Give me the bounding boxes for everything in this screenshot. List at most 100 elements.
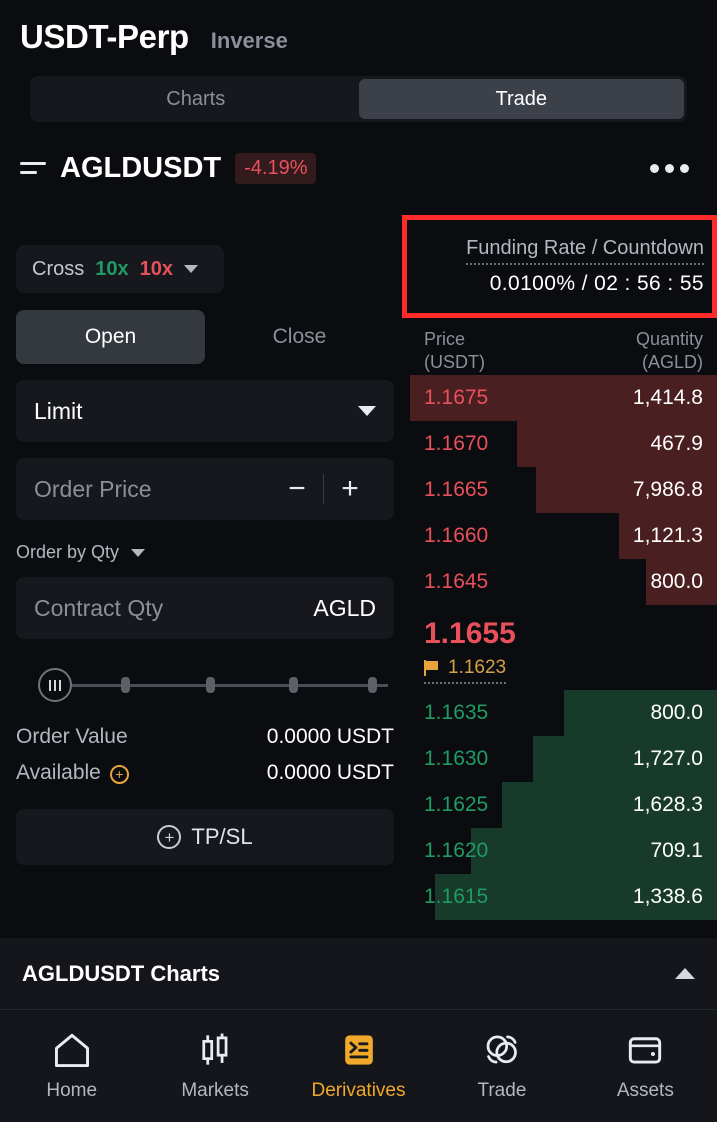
flag-icon [424, 659, 440, 676]
contract-qty-unit: AGLD [313, 594, 376, 621]
mark-price: 1.1623 [448, 656, 507, 678]
order-price-placeholder: Order Price [34, 475, 152, 502]
chevron-up-icon[interactable] [675, 968, 695, 979]
bid-row[interactable]: 1.1630 1,727.0 [410, 735, 717, 782]
order-price: 1.1660 [424, 523, 489, 547]
slider-handle[interactable] [38, 668, 72, 702]
order-price: 1.1635 [424, 700, 489, 724]
funding-rate-box[interactable]: Funding Rate / Countdown 0.0100% / 02 : … [402, 215, 717, 318]
funding-rate-label: Funding Rate / Countdown [466, 237, 704, 265]
bottom-navigation: Home Markets Derivatives Trade Assets [0, 1010, 717, 1122]
trading-screen: USDT-Perp Inverse Charts Trade AGLDUSDT … [0, 0, 717, 1122]
ask-row[interactable]: 1.1670 467.9 [410, 420, 717, 467]
tpsl-button[interactable]: + TP/SL [16, 809, 394, 865]
order-quantity: 1,727.0 [632, 746, 703, 770]
order-price: 1.1645 [424, 569, 489, 593]
order-price: 1.1670 [424, 431, 489, 455]
bid-row[interactable]: 1.1625 1,628.3 [410, 781, 717, 828]
available-label: Available + [16, 761, 129, 785]
list-icon[interactable] [20, 159, 46, 177]
order-quantity: 467.9 [650, 431, 703, 455]
order-quantity: 800.0 [650, 569, 703, 593]
tab-charts[interactable]: Charts [33, 79, 359, 119]
order-quantity: 1,121.3 [632, 523, 703, 547]
mark-price-row[interactable]: 1.1623 [424, 656, 507, 684]
plus-circle-icon[interactable]: + [109, 764, 129, 784]
home-icon [50, 1030, 94, 1070]
tpsl-label: TP/SL [191, 824, 253, 849]
price-decrement-button[interactable]: − [271, 474, 323, 504]
short-leverage-label: 10x [139, 257, 173, 280]
ask-rows: 1.1675 1,414.8 1.1670 467.9 1.1665 7,986.8 1.1… [410, 374, 717, 605]
slider-node-100[interactable] [368, 677, 377, 693]
last-price-block: 1.1655 1.1623 [410, 605, 717, 690]
last-price: 1.1655 [424, 616, 516, 650]
order-price: 1.1675 [424, 385, 489, 409]
order-price: 1.1665 [424, 477, 489, 501]
contract-qty-field[interactable]: Contract Qty AGLD [16, 577, 394, 639]
order-quantity: 7,986.8 [632, 477, 703, 501]
page-header: USDT-Perp Inverse [0, 0, 717, 56]
candlestick-icon [193, 1030, 237, 1070]
order-quantity: 709.1 [650, 838, 703, 862]
close-tab[interactable]: Close [205, 310, 394, 364]
chevron-down-icon [358, 406, 376, 416]
price-column-header: Price (USDT) [424, 329, 485, 373]
ask-row[interactable]: 1.1665 7,986.8 [410, 466, 717, 513]
symbol-row: AGLDUSDT -4.19% [0, 144, 717, 192]
open-tab[interactable]: Open [16, 310, 205, 364]
nav-label: Trade [477, 1080, 527, 1101]
slider-node-50[interactable] [206, 677, 215, 693]
nav-item-markets[interactable]: Markets [143, 1030, 286, 1102]
bid-row[interactable]: 1.1615 1,338.6 [410, 873, 717, 920]
nav-item-home[interactable]: Home [0, 1030, 143, 1102]
order-quantity: 1,628.3 [632, 792, 703, 816]
bid-row[interactable]: 1.1635 800.0 [410, 689, 717, 736]
order-type-select[interactable]: Limit [16, 380, 394, 442]
leverage-selector[interactable]: Cross 10x 10x [16, 245, 224, 293]
ask-row[interactable]: 1.1660 1,121.3 [410, 512, 717, 559]
more-dots-icon[interactable] [642, 156, 697, 181]
qty-percent-slider[interactable] [16, 667, 394, 703]
order-book: Price (USDT) Quantity (AGLD) 1.1675 1,414… [410, 320, 717, 920]
ask-row[interactable]: 1.1645 800.0 [410, 558, 717, 605]
swap-icon [480, 1030, 524, 1070]
nav-item-derivatives[interactable]: Derivatives [287, 1030, 430, 1102]
wallet-icon [623, 1030, 667, 1070]
order-price-field[interactable]: Order Price − + [16, 458, 394, 520]
tab-trade[interactable]: Trade [358, 79, 684, 119]
nav-label: Derivatives [311, 1080, 406, 1101]
order-book-header: Price (USDT) Quantity (AGLD) [410, 320, 717, 375]
order-price: 1.1615 [424, 884, 489, 908]
order-by-label: Order by Qty [16, 542, 120, 562]
nav-item-assets[interactable]: Assets [574, 1030, 717, 1102]
slider-node-75[interactable] [289, 677, 298, 693]
order-quantity: 800.0 [650, 700, 703, 724]
contract-qty-placeholder: Contract Qty [34, 594, 164, 621]
order-type-value: Limit [34, 397, 83, 424]
order-price: 1.1630 [424, 746, 489, 770]
nav-item-trade[interactable]: Trade [430, 1030, 573, 1102]
chevron-down-icon [131, 548, 146, 557]
chevron-down-icon [183, 265, 198, 273]
slider-node-25[interactable] [121, 677, 130, 693]
price-increment-button[interactable]: + [324, 474, 376, 504]
nav-label: Assets [616, 1080, 674, 1101]
order-quantity: 1,338.6 [632, 884, 703, 908]
ask-row[interactable]: 1.1675 1,414.8 [410, 374, 717, 421]
charts-strip[interactable]: AGLDUSDT Charts [0, 938, 717, 1010]
bid-row[interactable]: 1.1620 709.1 [410, 827, 717, 874]
symbol-name[interactable]: AGLDUSDT [60, 152, 221, 185]
price-change-badge: -4.19% [235, 152, 317, 184]
order-value-label: Order Value [16, 725, 128, 748]
order-value-row: Order Value 0.0000 USDT [16, 725, 394, 749]
funding-rate-value: 0.0100% / 02 : 56 : 55 [489, 272, 704, 295]
margin-mode-label: Cross [32, 257, 85, 280]
slider-track [46, 683, 388, 687]
order-entry-panel: Open Close Limit Order Price − + Order b… [0, 310, 410, 865]
order-value-amount: 0.0000 USDT [266, 725, 394, 748]
order-by-selector[interactable]: Order by Qty [16, 542, 394, 563]
available-amount: 0.0000 USDT [266, 761, 394, 784]
order-price: 1.1620 [424, 838, 489, 862]
bid-rows: 1.1635 800.0 1.1630 1,727.0 1.1625 1,628.3 1.1… [410, 689, 717, 920]
